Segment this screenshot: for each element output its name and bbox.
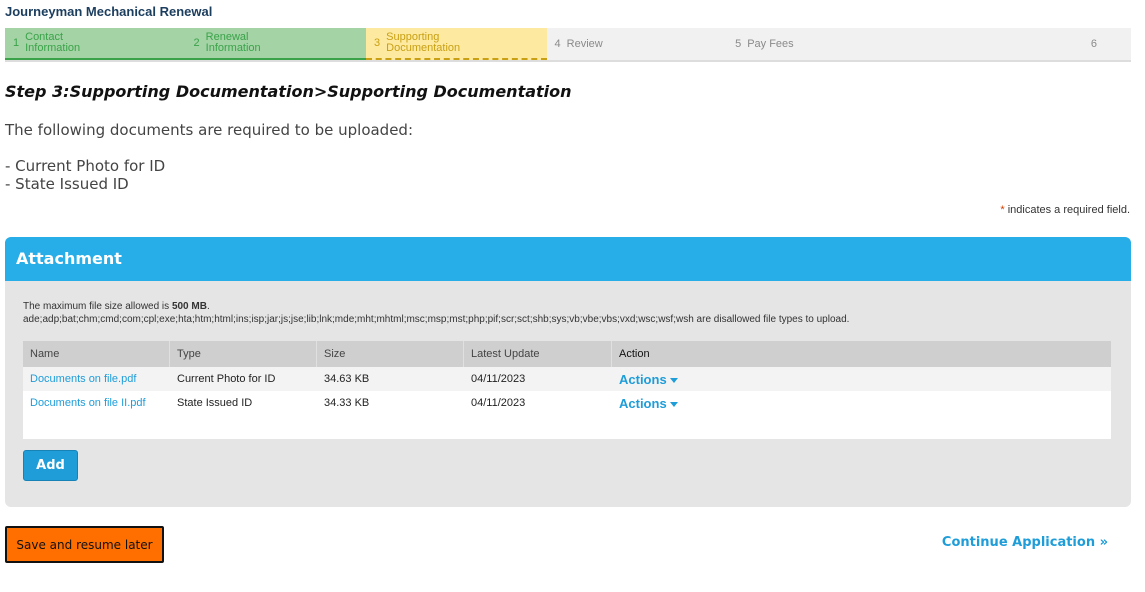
disallowed-suffix: are disallowed file types to upload. xyxy=(693,314,850,325)
file-type: State Issued ID xyxy=(177,397,253,409)
step-label: Renewal Information xyxy=(205,31,261,54)
step-number: 4 xyxy=(554,37,561,50)
step-contact-information[interactable]: 1 Contact Information xyxy=(5,28,186,60)
column-header-latest-update[interactable]: Latest Update xyxy=(464,341,612,367)
step-number: 5 xyxy=(735,37,742,50)
file-link[interactable]: Documents on file II.pdf xyxy=(30,397,146,409)
actions-label: Actions xyxy=(619,371,667,387)
step-label: Supporting Documentation xyxy=(386,31,461,54)
step-pay-fees: 5 Pay Fees xyxy=(727,28,908,60)
list-item: - State Issued ID xyxy=(5,175,129,193)
required-documents-list: - Current Photo for ID - State Issued ID xyxy=(5,157,165,193)
table-row: Documents on file.pdf Current Photo for … xyxy=(23,367,1111,391)
step-number: 1 xyxy=(13,36,20,49)
continue-application-link[interactable]: Continue Application » xyxy=(942,535,1108,550)
file-size: 34.63 KB xyxy=(324,373,370,385)
actions-dropdown[interactable]: Actions xyxy=(619,372,678,387)
column-header-size[interactable]: Size xyxy=(317,341,464,367)
step-renewal-information[interactable]: 2 Renewal Information xyxy=(185,28,367,60)
disallowed-types: ade;adp;bat;chm;cmd;com;cpl;exe;hta;htm;… xyxy=(23,314,694,325)
actions-dropdown[interactable]: Actions xyxy=(619,396,678,411)
add-attachment-button[interactable]: Add xyxy=(23,450,78,481)
step-progress-bar: 1 Contact Information 2 Renewal Informat… xyxy=(5,28,1132,62)
max-size-value: 500 MB xyxy=(171,301,207,312)
step-6: 6 xyxy=(907,28,1132,60)
step-label: Contact Information xyxy=(25,31,81,54)
required-note-text: indicates a required field. xyxy=(1007,204,1130,216)
caret-down-icon xyxy=(669,402,678,407)
step-number: 2 xyxy=(193,36,200,49)
column-header-name[interactable]: Name xyxy=(23,341,170,367)
file-size: 34.33 KB xyxy=(324,397,370,409)
table-header: Name Type Size Latest Update Action xyxy=(23,341,1111,367)
step-number: 3 xyxy=(374,36,381,49)
required-field-note: * indicates a required field. xyxy=(1000,204,1130,216)
app-title: Journeyman Mechanical Renewal xyxy=(5,4,213,19)
file-updated: 04/11/2023 xyxy=(471,373,526,385)
upload-limits-text: The maximum file size allowed is 500 MB.… xyxy=(23,300,849,326)
actions-label: Actions xyxy=(619,395,667,411)
step-review: 4 Review xyxy=(546,28,728,60)
page-title: Step 3:Supporting Documentation>Supporti… xyxy=(5,82,572,101)
max-size-prefix: The maximum file size allowed is xyxy=(23,301,172,312)
attachment-panel: Attachment The maximum file size allowed… xyxy=(5,237,1131,507)
file-type: Current Photo for ID xyxy=(177,373,276,385)
table-row: Documents on file II.pdf State Issued ID… xyxy=(23,391,1111,415)
save-and-resume-button[interactable]: Save and resume later xyxy=(5,526,164,563)
step-label: Pay Fees xyxy=(747,37,794,50)
caret-down-icon xyxy=(669,378,678,383)
attachment-table: Name Type Size Latest Update Action Docu… xyxy=(23,341,1111,439)
instructions-text: The following documents are required to … xyxy=(5,121,414,139)
file-link[interactable]: Documents on file.pdf xyxy=(30,373,136,385)
column-header-action: Action xyxy=(619,348,650,360)
step-label: Review xyxy=(566,37,603,50)
attachment-panel-title: Attachment xyxy=(5,237,1131,281)
application-page: Journeyman Mechanical Renewal 1 Contact … xyxy=(0,0,1145,592)
list-item: - Current Photo for ID xyxy=(5,157,166,175)
step-number: 6 xyxy=(1090,37,1098,50)
required-asterisk: * xyxy=(1000,204,1005,216)
column-header-type[interactable]: Type xyxy=(170,341,317,367)
file-updated: 04/11/2023 xyxy=(471,397,526,409)
step-supporting-documentation[interactable]: 3 Supporting Documentation xyxy=(366,28,547,60)
max-size-suffix: . xyxy=(206,301,210,312)
